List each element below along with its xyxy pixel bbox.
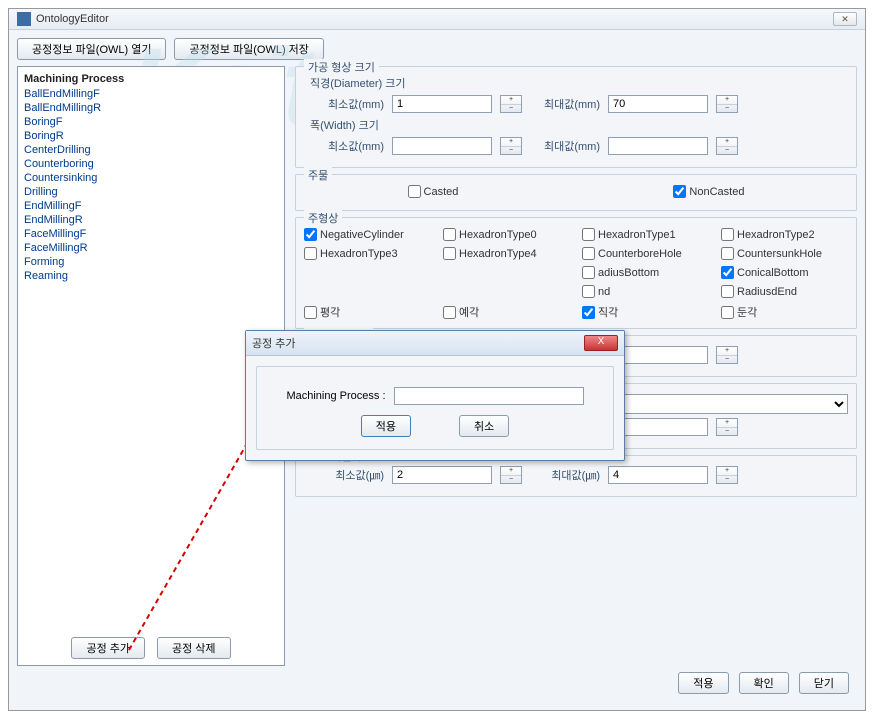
- process-list-item[interactable]: CenterDrilling: [22, 143, 280, 157]
- shape-title: 주형상: [304, 210, 342, 226]
- wid-max-label: 최대값(mm): [530, 138, 600, 154]
- shape-checkbox-hexadrontype2[interactable]: HexadronType2: [721, 228, 848, 241]
- dia-min-spinner[interactable]: +−: [500, 95, 522, 113]
- app-icon: [17, 12, 31, 26]
- dialog-field-label: Machining Process :: [286, 390, 385, 402]
- content-area: Keit 공정정보 파일(OWL) 열기 공정정보 파일(OWL) 저장 Mac…: [9, 30, 865, 710]
- window-title: OntologyEditor: [36, 13, 833, 25]
- process-list-item[interactable]: FaceMillingF: [22, 227, 280, 241]
- add-process-dialog: 공정 추가 X Machining Process : 적용 취소: [245, 330, 625, 461]
- angle-flat-checkbox[interactable]: 평각: [304, 304, 431, 320]
- radiusd-end-checkbox[interactable]: RadiusdEnd: [721, 285, 848, 298]
- process-list-item[interactable]: Drilling: [22, 185, 280, 199]
- cast-title: 주물: [304, 167, 332, 183]
- dialog-process-input[interactable]: [394, 387, 584, 405]
- cast-group: 주물 Casted NonCasted: [295, 174, 857, 211]
- process-list-item[interactable]: Reaming: [22, 269, 280, 283]
- rough-max-label: 최대값(㎛): [530, 467, 600, 483]
- width-header: 폭(Width) 크기: [310, 117, 848, 133]
- angle-acute-checkbox[interactable]: 예각: [443, 304, 570, 320]
- angle-right-checkbox[interactable]: 직각: [582, 304, 709, 320]
- shape-checkbox-hexadrontype0[interactable]: HexadronType0: [443, 228, 570, 241]
- bottom-bar: 적용 확인 닫기: [17, 666, 857, 702]
- process-list-buttons: 공정 추가 공정 삭제: [18, 637, 284, 659]
- wid-max-input[interactable]: [608, 137, 708, 155]
- rough-min-label: 최소값(㎛): [304, 467, 384, 483]
- dialog-apply-button[interactable]: 적용: [361, 415, 411, 437]
- shape-checkbox-hexadrontype3[interactable]: HexadronType3: [304, 247, 431, 260]
- process-list-item[interactable]: Forming: [22, 255, 280, 269]
- dialog-title: 공정 추가: [252, 335, 584, 351]
- rough-min-spinner[interactable]: +−: [500, 466, 522, 484]
- wid-min-spinner[interactable]: +−: [500, 137, 522, 155]
- geo-max-spinner[interactable]: +−: [716, 418, 738, 436]
- process-list-item[interactable]: Countersinking: [22, 171, 280, 185]
- nd-checkbox[interactable]: nd: [582, 285, 709, 298]
- wid-min-input[interactable]: [392, 137, 492, 155]
- window-close-button[interactable]: ✕: [833, 12, 857, 26]
- dialog-titlebar: 공정 추가 X: [246, 331, 624, 356]
- shape-size-group: 가공 형상 크기 직경(Diameter) 크기 최소값(mm) +− 최대값(…: [295, 66, 857, 168]
- apply-button[interactable]: 적용: [678, 672, 728, 694]
- dia-max-spinner[interactable]: +−: [716, 95, 738, 113]
- add-process-button[interactable]: 공정 추가: [71, 637, 145, 659]
- dia-max-label: 최대값(mm): [530, 96, 600, 112]
- radius-bottom-checkbox[interactable]: adiusBottom: [582, 266, 709, 279]
- shape-checkbox-negativecylinder[interactable]: NegativeCylinder: [304, 228, 431, 241]
- process-list-item[interactable]: Counterboring: [22, 157, 280, 171]
- dialog-close-button[interactable]: X: [584, 335, 618, 351]
- diameter-header: 직경(Diameter) 크기: [310, 75, 848, 91]
- shape-checkbox-counterborehole[interactable]: CounterboreHole: [582, 247, 709, 260]
- angle-obtuse-checkbox[interactable]: 둔각: [721, 304, 848, 320]
- wid-max-spinner[interactable]: +−: [716, 137, 738, 155]
- delete-process-button[interactable]: 공정 삭제: [157, 637, 231, 659]
- process-list-item[interactable]: FaceMillingR: [22, 241, 280, 255]
- rough-max-input[interactable]: [608, 466, 708, 484]
- dialog-cancel-button[interactable]: 취소: [459, 415, 509, 437]
- dia-min-label: 최소값(mm): [304, 96, 384, 112]
- process-list-item[interactable]: BoringR: [22, 129, 280, 143]
- process-list-item[interactable]: BoringF: [22, 115, 280, 129]
- shape-checkbox-hexadrontype1[interactable]: HexadronType1: [582, 228, 709, 241]
- rough-max-spinner[interactable]: +−: [716, 466, 738, 484]
- noncasted-checkbox[interactable]: NonCasted: [673, 185, 744, 198]
- roughness-group: 표면 거칠기 최소값(㎛) +− 최대값(㎛) +−: [295, 455, 857, 497]
- open-owl-button[interactable]: 공정정보 파일(OWL) 열기: [17, 38, 166, 60]
- shape-checkbox-hexadrontype4[interactable]: HexadronType4: [443, 247, 570, 260]
- shape-size-title: 가공 형상 크기: [304, 59, 379, 75]
- shape-group: 주형상 NegativeCylinderHexadronType0Hexadro…: [295, 217, 857, 329]
- process-list-header: Machining Process: [24, 73, 280, 85]
- process-list-item[interactable]: EndMillingF: [22, 199, 280, 213]
- casted-checkbox[interactable]: Casted: [408, 185, 459, 198]
- app-window: OntologyEditor ✕ Keit 공정정보 파일(OWL) 열기 공정…: [8, 8, 866, 711]
- shape-checkbox-countersunkhole[interactable]: CountersunkHole: [721, 247, 848, 260]
- it-max-spinner[interactable]: +−: [716, 346, 738, 364]
- dialog-body: Machining Process : 적용 취소: [256, 366, 614, 450]
- toolbar: 공정정보 파일(OWL) 열기 공정정보 파일(OWL) 저장: [17, 38, 857, 60]
- dia-max-input[interactable]: [608, 95, 708, 113]
- save-owl-button[interactable]: 공정정보 파일(OWL) 저장: [174, 38, 323, 60]
- dia-min-input[interactable]: [392, 95, 492, 113]
- ok-button[interactable]: 확인: [739, 672, 789, 694]
- process-list-item[interactable]: EndMillingR: [22, 213, 280, 227]
- titlebar: OntologyEditor ✕: [9, 9, 865, 30]
- process-list-item[interactable]: BallEndMillingR: [22, 101, 280, 115]
- process-list-item[interactable]: BallEndMillingF: [22, 87, 280, 101]
- rough-min-input[interactable]: [392, 466, 492, 484]
- conical-bottom-checkbox[interactable]: ConicalBottom: [721, 266, 848, 279]
- close-button[interactable]: 닫기: [799, 672, 849, 694]
- wid-min-label: 최소값(mm): [304, 138, 384, 154]
